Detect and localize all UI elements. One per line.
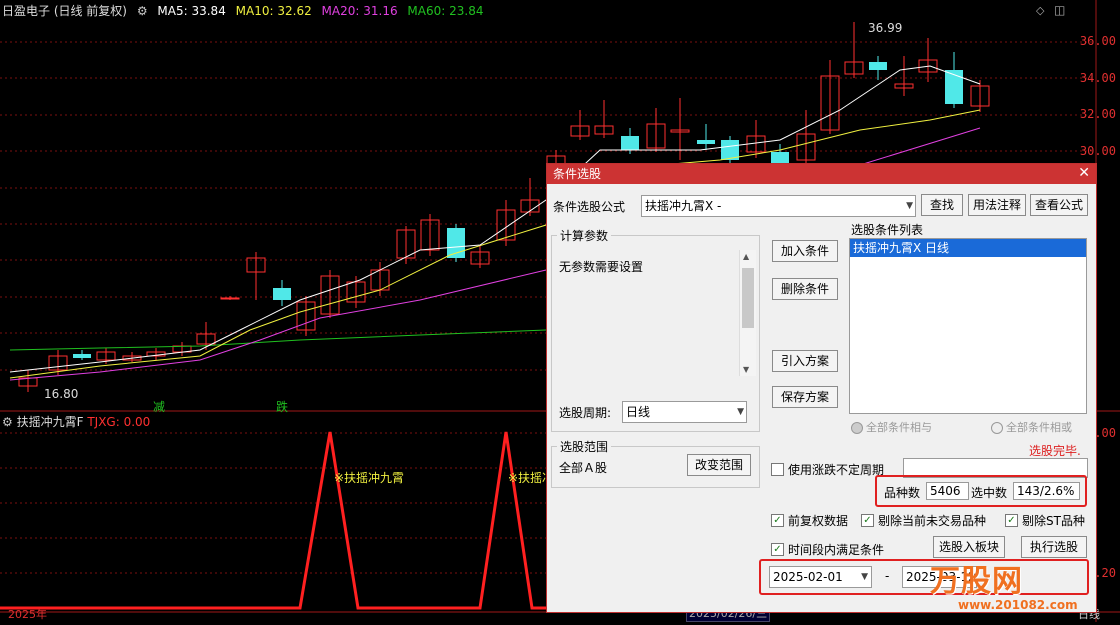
indicator-icon[interactable]: ⚙ <box>2 415 13 429</box>
watermark-logo: 万股网 <box>930 564 1023 599</box>
view-formula-button[interactable]: 查看公式 <box>1030 194 1088 216</box>
exclude-untraded-label: 剔除当前未交易品种 <box>878 514 987 528</box>
use-limit-period-label: 使用涨跌不定周期 <box>788 463 885 477</box>
price-tick: 34.00 <box>1079 71 1116 85</box>
radio-or[interactable]: 全部条件相或 <box>991 419 1072 435</box>
period-value: 日线 <box>626 405 651 419</box>
highlight-box <box>875 475 1087 507</box>
close-icon[interactable]: ✕ <box>1078 165 1090 181</box>
condition-list-item[interactable]: 扶摇冲九霄X 日线 <box>850 239 1086 257</box>
expand-icon[interactable]: ◫ <box>1054 3 1065 17</box>
ma20-label: MA20: 31.16 <box>321 4 398 18</box>
range-title: 选股范围 <box>557 438 612 455</box>
change-range-button[interactable]: 改变范围 <box>687 454 751 476</box>
chevron-down-icon[interactable]: ▼ <box>906 196 913 216</box>
candle-body <box>273 288 291 300</box>
watermark-url: www.201082.com <box>958 598 1078 612</box>
usage-note-button[interactable]: 用法注释 <box>968 194 1026 216</box>
candle-body <box>697 140 715 144</box>
range-value: 全部Ａ股 <box>559 461 608 475</box>
time-range-label: 时间段内满足条件 <box>788 543 885 557</box>
find-button[interactable]: 查找 <box>921 194 963 216</box>
dialog-title[interactable]: 条件选股 <box>547 164 1096 184</box>
signal-label: ※扶摇冲九霄 <box>334 471 405 485</box>
high-price-label: 36.99 <box>868 21 903 35</box>
delete-condition-button[interactable]: 删除条件 <box>772 278 838 300</box>
highlight-box <box>759 559 1089 595</box>
exclude-st-label: 剔除ST品种 <box>1022 514 1085 528</box>
save-plan-button[interactable]: 保存方案 <box>772 386 838 408</box>
fq-data-checkbox[interactable]: ✓ 前复权数据 <box>771 512 848 529</box>
radio-and-label: 全部条件相与 <box>866 421 932 434</box>
stock-title[interactable]: 日盈电子 (日线 前复权) <box>2 4 127 18</box>
chevron-down-icon[interactable]: ▼ <box>737 402 744 422</box>
use-limit-period-checkbox[interactable]: 使用涨跌不定周期 <box>771 461 884 478</box>
formula-value: 扶摇冲九霄X - <box>645 199 722 213</box>
price-tick: 32.00 <box>1079 107 1116 121</box>
execute-button[interactable]: 执行选股 <box>1021 536 1087 558</box>
import-plan-button[interactable]: 引入方案 <box>772 350 838 372</box>
to-block-button[interactable]: 选股入板块 <box>933 536 1005 558</box>
low-price-label: 16.80 <box>44 387 79 401</box>
done-text: 选股完毕. <box>1029 444 1081 458</box>
exclude-st-checkbox[interactable]: ✓ 剔除ST品种 <box>1005 512 1085 529</box>
indicator-header: ⚙ 扶摇冲九霄F TJXG: 0.00 <box>2 413 150 430</box>
ma10-label: MA10: 32.62 <box>235 4 312 18</box>
date-label-left: 2025年 <box>8 608 47 621</box>
fq-data-label: 前复权数据 <box>788 514 849 528</box>
formula-label: 条件选股公式 <box>553 200 626 214</box>
period-select[interactable]: 日线 ▼ <box>622 401 747 423</box>
scrollbar[interactable]: ▲ ▼ <box>739 250 756 376</box>
marker-die: 跌 <box>276 400 289 414</box>
candle-body <box>73 354 91 358</box>
add-condition-button[interactable]: 加入条件 <box>772 240 838 262</box>
diamond-icon[interactable]: ◇ <box>1036 4 1044 17</box>
calc-params-title: 计算参数 <box>557 227 612 244</box>
condition-list-title: 选股条件列表 <box>851 223 924 237</box>
indicator-value: TJXG: 0.00 <box>87 415 151 429</box>
condition-stock-dialog[interactable]: 条件选股 ✕ 条件选股公式 扶摇冲九霄X - ▼ 查找 用法注释 查看公式 计算… <box>546 163 1097 613</box>
settings-icon[interactable]: ⚙ <box>137 4 148 18</box>
radio-or-label: 全部条件相或 <box>1006 421 1072 434</box>
chart-header: 日盈电子 (日线 前复权) ⚙ MA5: 33.84 MA10: 32.62 M… <box>2 2 489 19</box>
indicator-name[interactable]: 扶摇冲九霄F <box>17 415 84 429</box>
marker-jian: 减 <box>153 400 166 414</box>
exclude-untraded-checkbox[interactable]: ✓ 剔除当前未交易品种 <box>861 512 986 529</box>
calc-params-text: 无参数需要设置 <box>559 260 644 274</box>
ma5-label: MA5: 33.84 <box>157 4 226 18</box>
price-tick: 30.00 <box>1079 144 1116 158</box>
candle-body <box>621 136 639 150</box>
candle-body <box>220 297 240 300</box>
formula-select[interactable]: 扶摇冲九霄X - ▼ <box>641 195 916 217</box>
condition-list[interactable]: 扶摇冲九霄X 日线 <box>849 238 1087 414</box>
radio-and[interactable]: 全部条件相与 <box>851 419 932 435</box>
candle-body <box>869 62 887 70</box>
period-label: 选股周期: <box>559 406 612 420</box>
price-tick: 36.00 <box>1079 34 1116 48</box>
ma60-label: MA60: 23.84 <box>407 4 484 18</box>
time-range-checkbox[interactable]: ✓ 时间段内满足条件 <box>771 541 884 558</box>
